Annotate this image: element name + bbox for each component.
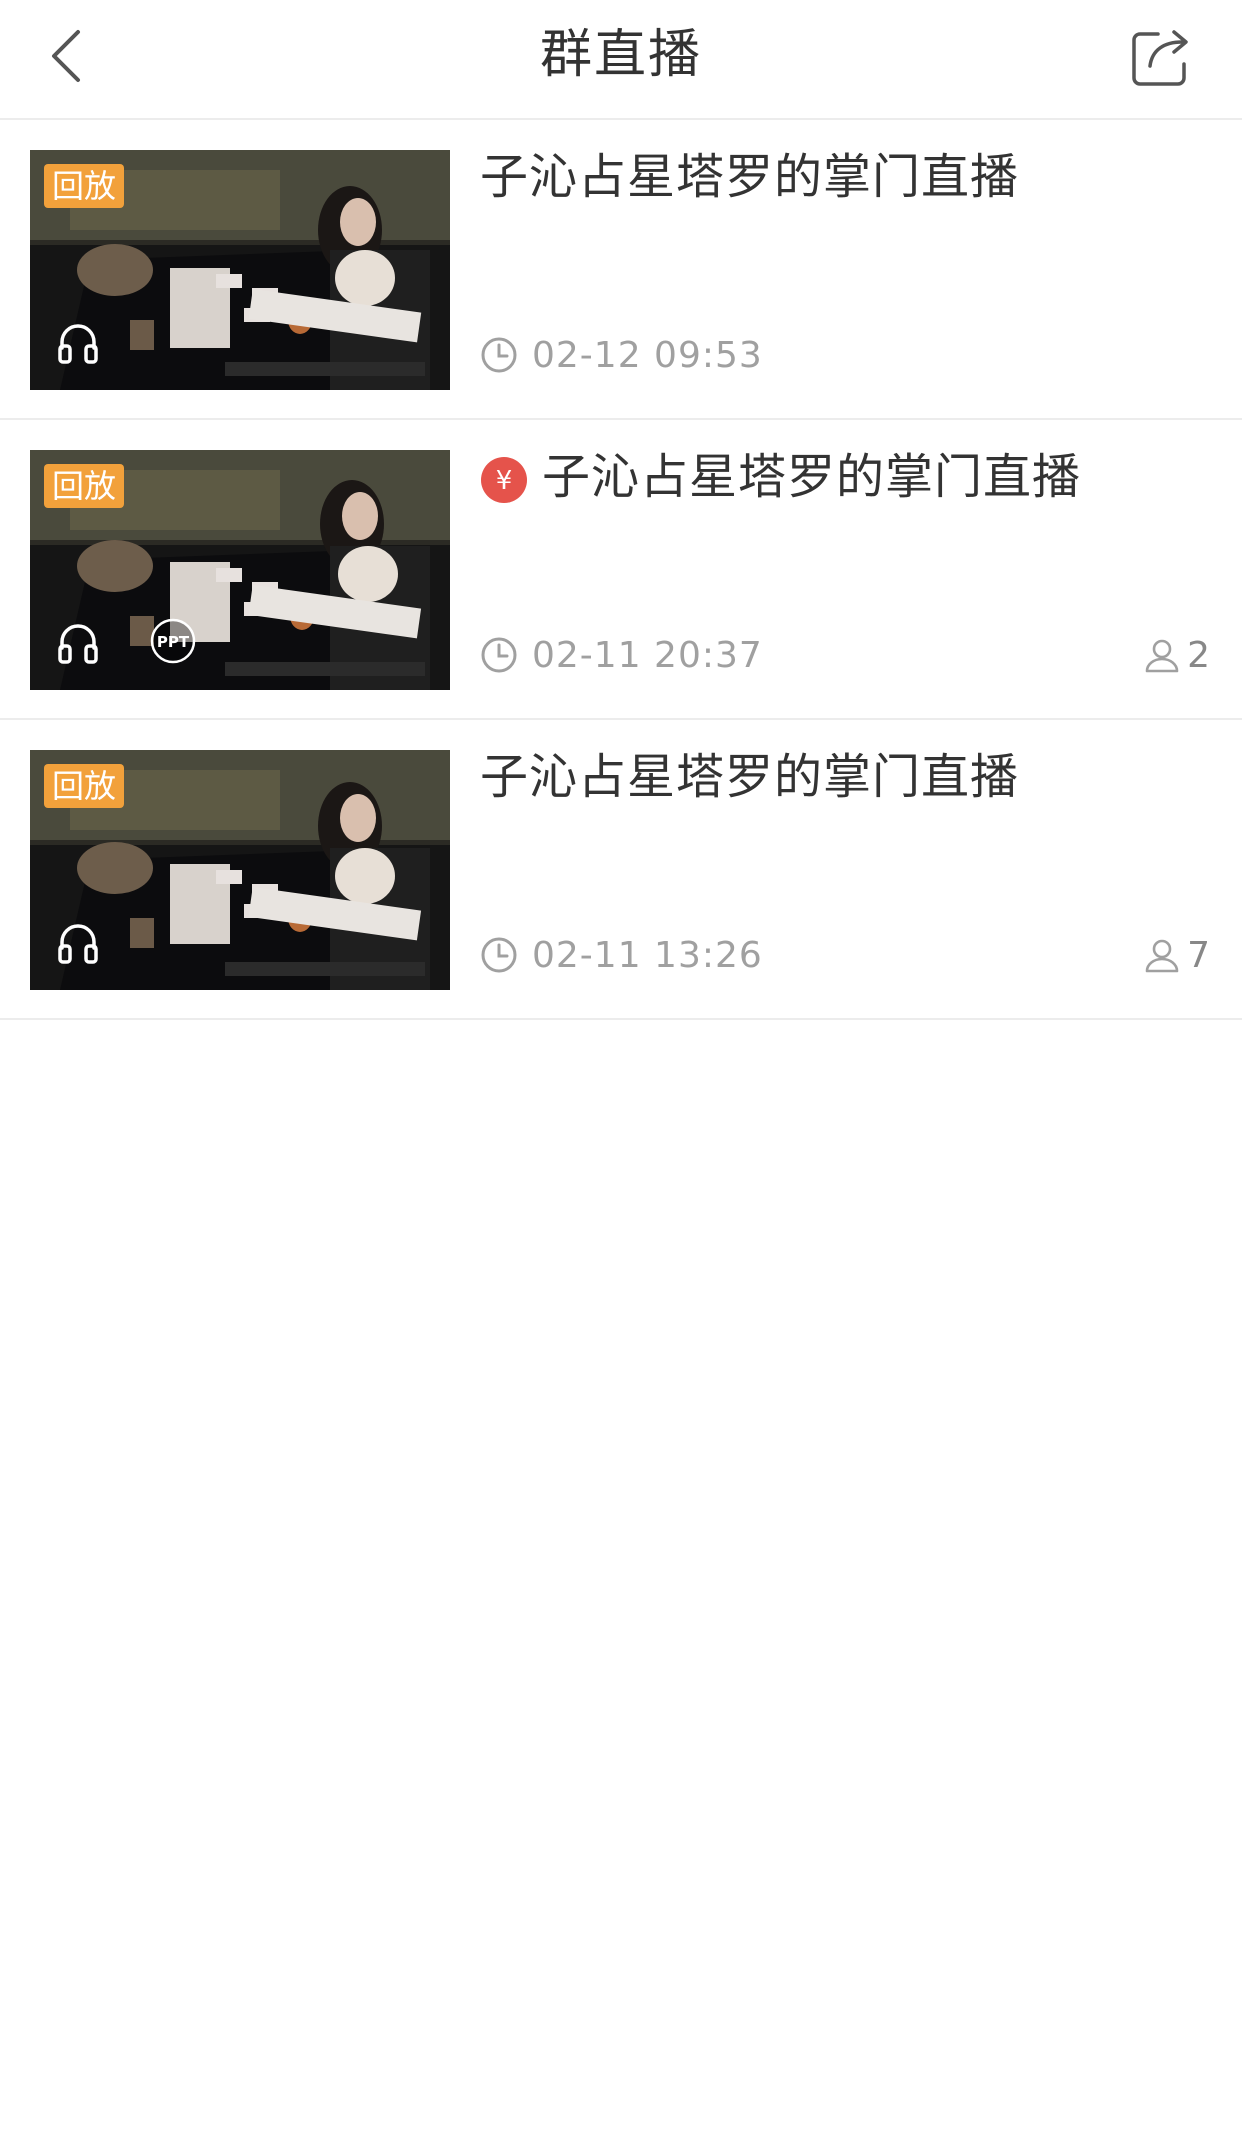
time-text: 02-11 13:26 xyxy=(532,934,763,976)
paid-icon: ¥ xyxy=(481,457,527,503)
broadcast-title: 子沁占星塔罗的掌门直播 xyxy=(480,149,1020,205)
broadcast-thumbnail: 回放 xyxy=(30,750,450,990)
page-title: 群直播 xyxy=(539,25,702,85)
broadcast-item[interactable]: 回放 子沁占星塔罗的掌门直播 02-12 09:53 xyxy=(0,120,1242,420)
replay-badge: 回放 xyxy=(44,464,125,508)
headphones-icon xyxy=(58,624,98,664)
viewer-count: 7 xyxy=(1143,930,1210,980)
user-icon xyxy=(1145,639,1179,673)
broadcast-title: 子沁占星塔罗的掌门直播 xyxy=(480,749,1020,805)
headphones-icon xyxy=(58,924,98,964)
viewer-count: 2 xyxy=(1143,630,1210,680)
share-button[interactable] xyxy=(1120,18,1200,98)
broadcast-thumbnail: 回放 xyxy=(30,150,450,390)
ppt-label: PPT xyxy=(157,633,190,651)
broadcast-item[interactable]: 回放 PPT ¥ 子沁占星塔罗的掌门直播 02-11 20:37 2 xyxy=(0,420,1242,720)
broadcast-time: 02-11 13:26 xyxy=(480,930,763,980)
broadcast-title: 子沁占星塔罗的掌门直播 xyxy=(542,449,1082,505)
header-bar: 群直播 xyxy=(0,0,1242,120)
viewer-count-text: 7 xyxy=(1187,934,1210,976)
ppt-icon: PPT xyxy=(150,618,196,664)
broadcast-time: 02-11 20:37 xyxy=(480,630,763,680)
broadcast-list: 回放 子沁占星塔罗的掌门直播 02-12 09:53 回放 PPT ¥ 子沁占星… xyxy=(0,120,1242,1020)
user-icon xyxy=(1145,939,1179,973)
replay-badge: 回放 xyxy=(44,164,125,208)
broadcast-time: 02-12 09:53 xyxy=(480,330,763,380)
clock-icon xyxy=(481,337,517,373)
viewer-count-text: 2 xyxy=(1187,634,1210,676)
clock-icon xyxy=(481,937,517,973)
time-text: 02-12 09:53 xyxy=(532,334,763,376)
replay-badge: 回放 xyxy=(44,764,125,808)
paid-symbol: ¥ xyxy=(496,466,513,496)
broadcast-thumbnail: 回放 PPT xyxy=(30,450,450,690)
broadcast-item[interactable]: 回放 子沁占星塔罗的掌门直播 02-11 13:26 7 xyxy=(0,720,1242,1020)
time-text: 02-11 20:37 xyxy=(532,634,763,676)
headphones-icon xyxy=(58,324,98,364)
clock-icon xyxy=(481,637,517,673)
share-icon xyxy=(1132,30,1188,86)
